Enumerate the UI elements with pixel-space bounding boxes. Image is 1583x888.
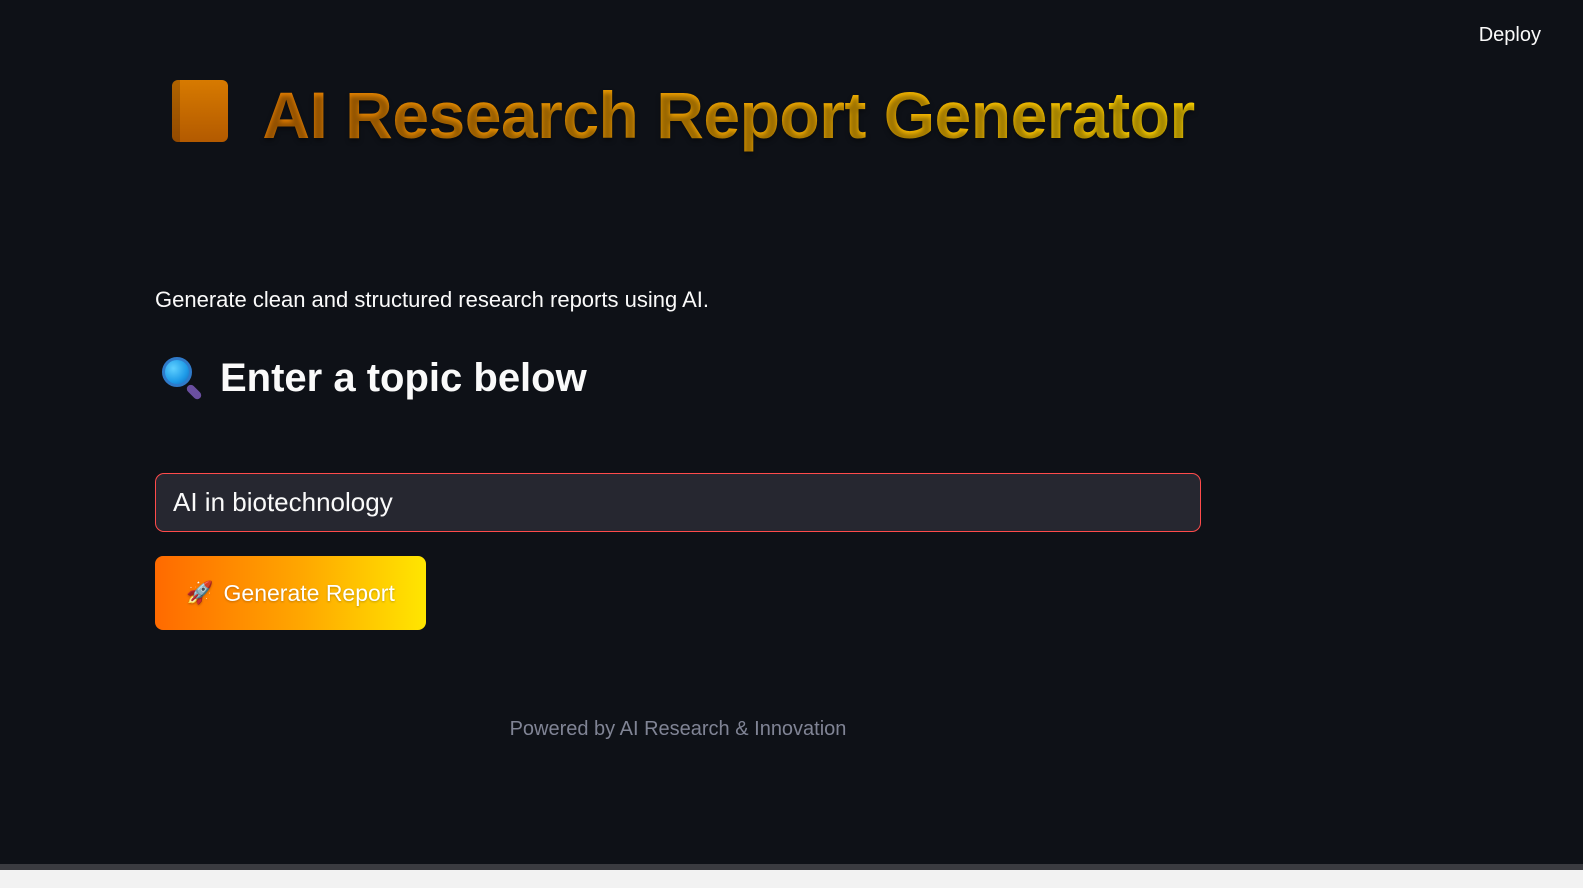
section-heading: Enter a topic below <box>160 355 587 401</box>
title-container: AI Research Report Generator <box>155 58 1212 172</box>
page-subtitle: Generate clean and structured research r… <box>155 287 709 312</box>
deploy-button[interactable]: Deploy <box>1475 22 1545 49</box>
footer-text: Powered by AI Research & Innovation <box>509 718 847 740</box>
generate-report-label: Generate Report <box>223 579 395 606</box>
app-root: Deploy AI Research Report Generator Gene… <box>0 0 1583 888</box>
bottom-bar <box>0 864 1583 888</box>
book-icon <box>172 80 229 142</box>
magnifier-icon <box>160 355 206 401</box>
page-title-text: AI Research Report Generator <box>262 78 1195 152</box>
topic-input[interactable] <box>155 473 1201 532</box>
section-heading-text: Enter a topic below <box>220 355 587 400</box>
generate-report-button[interactable]: 🚀 Generate Report <box>155 556 426 630</box>
page-title: AI Research Report Generator <box>155 58 1212 172</box>
rocket-icon: 🚀 <box>186 580 214 605</box>
